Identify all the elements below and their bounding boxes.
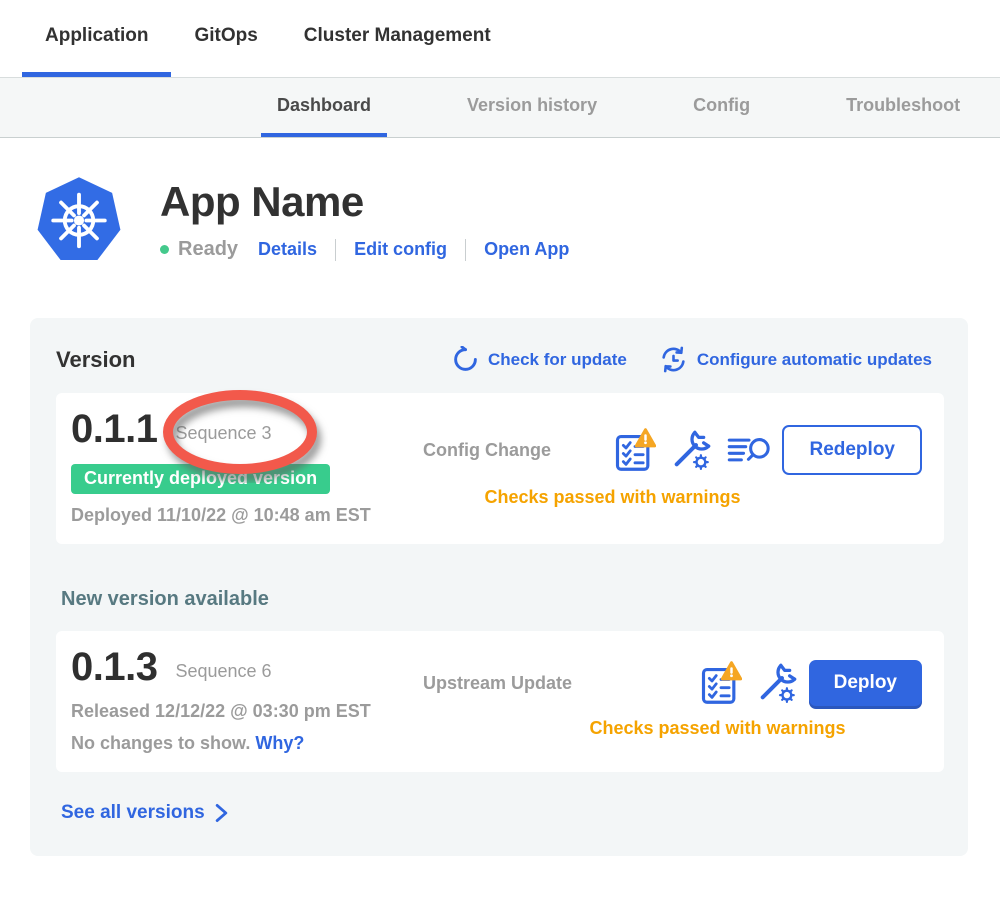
current-sequence-label: Sequence 3 (175, 415, 271, 444)
current-version-number: 0.1.1 (71, 407, 157, 452)
new-version-available-heading: New version available (61, 588, 944, 611)
secondary-nav: Dashboard Version history Config Trouble… (0, 77, 1000, 138)
tab-gitops[interactable]: GitOps (171, 0, 280, 77)
currently-deployed-badge: Currently deployed version (71, 464, 330, 494)
divider (335, 239, 336, 261)
details-link[interactable]: Details (258, 239, 317, 260)
see-all-versions-link[interactable]: See all versions (61, 802, 228, 824)
edit-config-link[interactable]: Edit config (354, 239, 447, 260)
chevron-right-icon (215, 803, 228, 823)
status-dot-icon (160, 245, 169, 254)
deploy-button[interactable]: Deploy (809, 660, 922, 706)
deployed-timestamp: Deployed 11/10/22 @ 10:48 am EST (71, 505, 423, 526)
tab-dashboard[interactable]: Dashboard (261, 78, 387, 137)
why-link[interactable]: Why? (255, 733, 304, 753)
version-source-label: Upstream Update (423, 673, 572, 694)
config-wrench-icon[interactable] (755, 661, 799, 705)
check-for-update-label: Check for update (488, 350, 627, 370)
configure-automatic-updates-button[interactable]: Configure automatic updates (659, 346, 932, 373)
tab-application[interactable]: Application (22, 0, 171, 77)
tab-config[interactable]: Config (677, 78, 766, 137)
new-sequence-label: Sequence 6 (175, 653, 271, 682)
version-source-label: Config Change (423, 440, 551, 461)
auto-update-clock-icon (659, 346, 688, 373)
redeploy-button[interactable]: Redeploy (782, 425, 922, 475)
open-app-link[interactable]: Open App (484, 239, 569, 260)
app-header: App Name Ready Details Edit config Open … (33, 173, 1000, 268)
primary-nav: Application GitOps Cluster Management (0, 0, 1000, 77)
configure-automatic-updates-label: Configure automatic updates (697, 350, 932, 370)
refresh-icon (452, 346, 479, 373)
page-title: App Name (160, 178, 569, 226)
checks-status-text: Checks passed with warnings (423, 718, 922, 739)
see-all-versions-label: See all versions (61, 802, 205, 824)
tab-troubleshoot[interactable]: Troubleshoot (830, 78, 976, 137)
no-changes-text: No changes to show. (71, 733, 250, 753)
version-section-title: Version (56, 347, 135, 373)
released-timestamp: Released 12/12/22 @ 03:30 pm EST (71, 701, 423, 722)
kubernetes-logo-icon (33, 173, 125, 268)
preflight-checklist-warning-icon[interactable] (614, 427, 656, 473)
tab-cluster-management[interactable]: Cluster Management (281, 0, 514, 77)
status-badge: Ready (178, 238, 238, 261)
checks-status-text: Checks passed with warnings (423, 487, 922, 508)
config-wrench-icon[interactable] (669, 428, 713, 472)
version-panel: Version Check for update Configure autom… (30, 318, 968, 856)
new-version-card: 0.1.3 Sequence 6 Released 12/12/22 @ 03:… (56, 631, 944, 772)
check-for-update-button[interactable]: Check for update (452, 346, 627, 373)
preflight-checklist-warning-icon[interactable] (700, 660, 742, 706)
tab-version-history[interactable]: Version history (451, 78, 613, 137)
view-logs-search-icon[interactable] (726, 432, 772, 468)
new-version-number: 0.1.3 (71, 645, 157, 690)
current-version-card: 0.1.1 Sequence 3 Currently deployed vers… (56, 393, 944, 544)
divider (465, 239, 466, 261)
